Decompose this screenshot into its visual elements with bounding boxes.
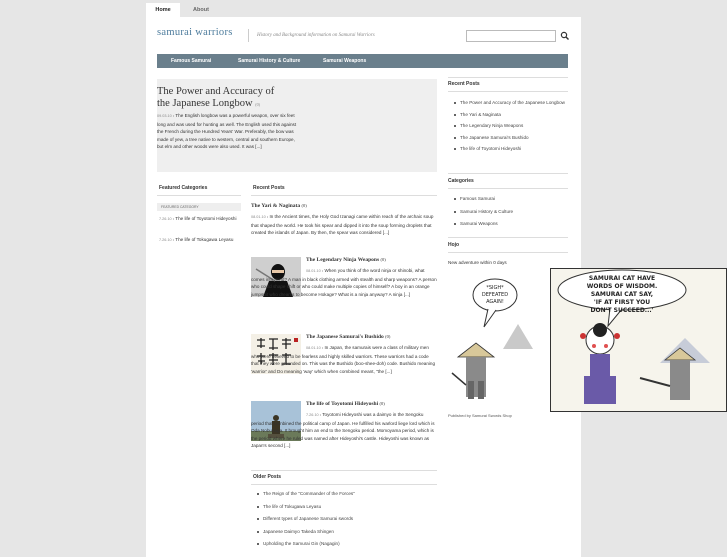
- featured-post: The Power and Accuracy of the Japanese L…: [157, 79, 437, 172]
- post-date: 09.03.10 •: [157, 114, 175, 118]
- comic-caption: Published by Samurai Swords Shop: [448, 413, 512, 418]
- post-title-ninja[interactable]: The Legendary Ninja Weapons (0): [306, 257, 386, 263]
- divider: [251, 195, 437, 196]
- hojo-subtitle: New adventure within 0 days: [448, 260, 507, 265]
- svg-text:SAMURAI CAT HAVE: SAMURAI CAT HAVE: [589, 275, 655, 282]
- divider: [448, 173, 568, 174]
- tab-home[interactable]: Home: [146, 3, 180, 17]
- comic-panel-right[interactable]: SAMURAI CAT HAVE WORDS OF WISDOM. SAMURA…: [550, 268, 727, 412]
- post-excerpt: 08.01.10 • In Japan, the samurais were a…: [251, 345, 436, 374]
- divider: [251, 484, 437, 485]
- nav-item-famous-samurai[interactable]: Famous Samurai: [171, 54, 211, 68]
- featured-category-subhead: FEATURED CATEGORY: [157, 203, 241, 211]
- post-excerpt: 08.01.10 • When you think of the word ni…: [251, 268, 437, 297]
- speech-bubble-text: *SIGH*: [486, 285, 504, 291]
- post-title-yari[interactable]: The Yari & Naginata (0): [251, 203, 307, 209]
- svg-text:DEFEATED: DEFEATED: [482, 292, 508, 298]
- search-input[interactable]: [466, 30, 556, 42]
- svg-text:AGAIN!: AGAIN!: [486, 299, 504, 305]
- list-item[interactable]: The Legendary Ninja Weapons: [448, 123, 566, 130]
- excerpt-text: The English longbow was a powerful weapo…: [157, 113, 297, 149]
- category-item[interactable]: Famous Samurai: [448, 196, 566, 203]
- divider: [448, 188, 568, 189]
- list-item[interactable]: The Reign of the "Commander of the Force…: [251, 491, 437, 498]
- comic-illustration: SAMURAI CAT HAVE WORDS OF WISDOM. SAMURA…: [550, 268, 727, 412]
- nav-item-history-culture[interactable]: Samurai History & Culture: [238, 54, 300, 68]
- list-item[interactable]: The life of Tokugawa Leyasu: [251, 504, 437, 511]
- hojo-heading: Hojo: [448, 242, 460, 248]
- list-item[interactable]: The Power and Accuracy of the Japanese L…: [448, 100, 566, 107]
- featured-post-title[interactable]: The Power and Accuracy of the Japanese L…: [157, 86, 287, 111]
- divider: [251, 470, 437, 471]
- older-posts-heading: Older Posts: [253, 474, 282, 480]
- recent-posts-heading: Recent Posts: [253, 185, 285, 191]
- featured-item[interactable]: 7.26.10 • The life of Toyotomi Hideyoshi: [159, 216, 239, 223]
- divider: [448, 252, 568, 253]
- categories-list: Famous Samurai Samurai History & Culture…: [448, 196, 566, 234]
- site-tagline: History and Background information on Sa…: [257, 33, 375, 38]
- post-excerpt: 08.01.10 • In the Ancient times, the Hol…: [251, 214, 434, 235]
- divider: [448, 237, 568, 238]
- category-item[interactable]: Samurai History & Culture: [448, 209, 566, 216]
- search-icon[interactable]: [559, 30, 571, 42]
- tab-about[interactable]: About: [184, 3, 218, 17]
- list-item[interactable]: Japanese Daimyo Takeda Shingen: [251, 529, 437, 536]
- svg-text:WORDS OF WISDOM.: WORDS OF WISDOM.: [587, 283, 658, 290]
- post-excerpt: 7.26.10 • Toyotomi Hideyoshi was a daimy…: [251, 412, 435, 448]
- divider: [448, 91, 568, 92]
- header-divider: [248, 29, 249, 42]
- sidebar-recent-heading: Recent Posts: [448, 81, 480, 87]
- list-item[interactable]: The life of Toyotomi Hideyoshi: [448, 146, 566, 153]
- featured-categories-heading: Featured Categories: [159, 185, 208, 191]
- category-item[interactable]: Samurai Weapons: [448, 221, 566, 228]
- featured-post-excerpt: 09.03.10 • The English longbow was a pow…: [157, 112, 302, 151]
- divider: [448, 77, 568, 78]
- svg-text:DON'T SUCCEED...': DON'T SUCCEED...': [591, 307, 654, 314]
- post-title-hideyoshi[interactable]: The life of Toyotomi Hideyoshi (0): [306, 401, 385, 407]
- featured-item[interactable]: 7.26.10 • The life of Tokugawa Leyasu: [159, 237, 239, 244]
- top-tabs: Home About: [146, 3, 581, 17]
- main-nav: Famous Samurai Samurai History & Culture…: [157, 54, 568, 68]
- list-item[interactable]: Upholding the Samurai Gin (Nagagin): [251, 541, 437, 548]
- divider: [157, 195, 241, 196]
- site-title[interactable]: samurai warriors: [157, 27, 233, 38]
- list-item[interactable]: The Japanese Samurai's Bushido: [448, 135, 566, 142]
- sidebar-recent-list: The Power and Accuracy of the Japanese L…: [448, 100, 566, 158]
- nav-item-weapons[interactable]: Samurai Weapons: [323, 54, 366, 68]
- comic-panel-left[interactable]: *SIGH* DEFEATED AGAIN!: [448, 269, 548, 409]
- post-title-bushido[interactable]: The Japanese Samurai's Bushido (0): [306, 334, 390, 340]
- list-item[interactable]: Different types of Japanese Samurai swor…: [251, 516, 437, 523]
- categories-heading: Categories: [448, 178, 474, 184]
- svg-text:SAMURAI CAT SAY,: SAMURAI CAT SAY,: [591, 291, 653, 298]
- comment-count[interactable]: (0): [255, 102, 260, 107]
- older-posts-list: The Reign of the "Commander of the Force…: [251, 491, 437, 554]
- page-container: samurai warriors History and Background …: [146, 17, 581, 557]
- svg-text:'IF AT FIRST YOU: 'IF AT FIRST YOU: [594, 299, 650, 306]
- list-item[interactable]: The Yari & Naginata: [448, 112, 566, 119]
